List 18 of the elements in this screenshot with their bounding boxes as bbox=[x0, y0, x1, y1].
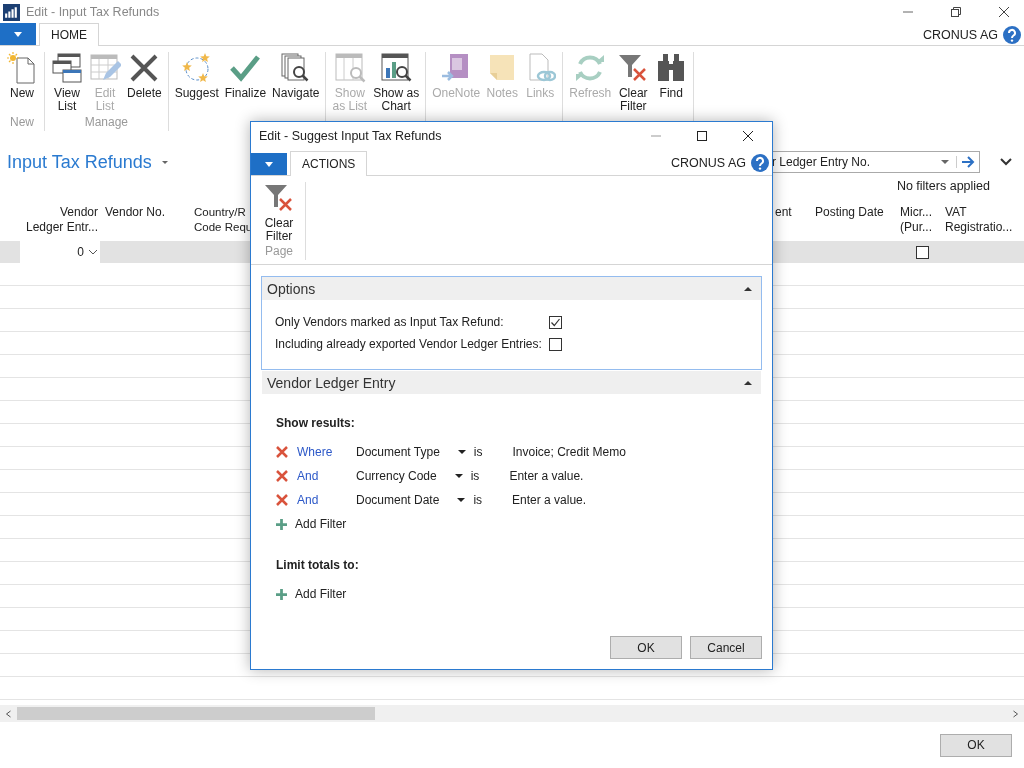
field-label: Only Vendors marked as Input Tax Refund: bbox=[275, 315, 505, 329]
field-label: Including already exported Vendor Ledger Entries: bbox=[275, 337, 543, 351]
filter-operator: is bbox=[470, 469, 480, 483]
filter-field-name: Document Type bbox=[356, 445, 440, 459]
section-heading: Show results: bbox=[276, 416, 356, 432]
company-name: CRONUS AG bbox=[923, 27, 998, 42]
section-heading: Limit totals to: bbox=[276, 558, 360, 574]
group-label: Manage bbox=[84, 115, 129, 131]
filter-field-name: Currency Code bbox=[356, 469, 437, 483]
filter-operator: is bbox=[473, 445, 483, 459]
window-title: Edit - Input Tax Refunds bbox=[26, 5, 160, 19]
group-label: Page bbox=[265, 244, 293, 260]
filter-field-name: Document Date bbox=[356, 493, 440, 507]
filter-operator: is bbox=[473, 493, 483, 507]
filter-status: No filters applied bbox=[896, 179, 990, 193]
group-label: New bbox=[10, 115, 34, 131]
company-name: CRONUS AG bbox=[671, 155, 746, 170]
dialog-title: Edit - Suggest Input Tax Refunds bbox=[259, 129, 442, 143]
